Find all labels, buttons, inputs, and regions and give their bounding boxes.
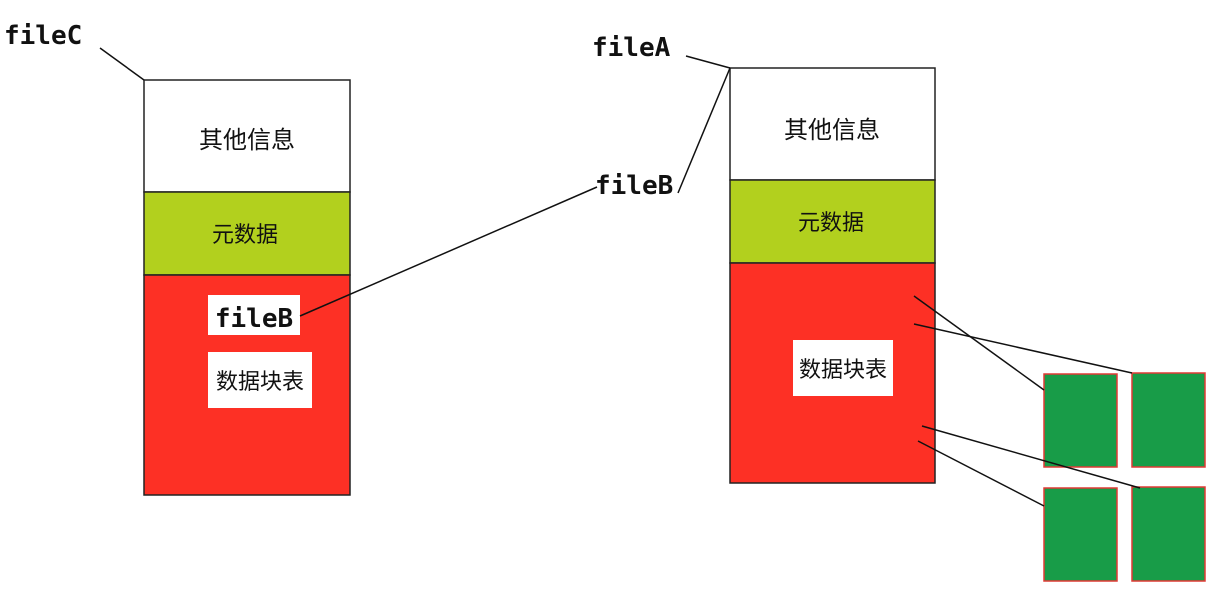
right-file-structure: 其他信息 元数据 数据块表 [729, 67, 936, 484]
data-block [1131, 372, 1206, 468]
right-file-name-label-b: fileB [595, 171, 673, 201]
right-data-block-table-label: 数据块表 [799, 358, 887, 383]
data-block [1043, 373, 1118, 468]
right-metadata-label: 元数据 [798, 211, 864, 236]
right-file-name-leader-a [685, 55, 731, 69]
left-file-name-leader [99, 47, 145, 81]
left-entry-filename: fileB [215, 304, 293, 334]
data-block [1131, 486, 1206, 582]
right-other-info-label: 其他信息 [784, 116, 880, 144]
right-file-name-label-a: fileA [592, 33, 671, 63]
left-metadata-label: 元数据 [212, 223, 278, 248]
left-file-structure: 其他信息 元数据 fileB 数据块表 [143, 79, 351, 496]
right-file-name-leader-b [677, 67, 731, 194]
data-block [1043, 487, 1118, 582]
left-data-block-table-label: 数据块表 [216, 370, 304, 395]
block-pointer-line [917, 440, 1045, 507]
left-other-info-label: 其他信息 [199, 126, 295, 154]
diagram-canvas: 其他信息 元数据 fileB 数据块表 fileC 其他信息 元数据 数据块表 … [4, 21, 1206, 582]
data-blocks [1043, 372, 1206, 582]
left-file-name-label: fileC [4, 21, 82, 51]
block-pointer-line [913, 323, 1133, 374]
